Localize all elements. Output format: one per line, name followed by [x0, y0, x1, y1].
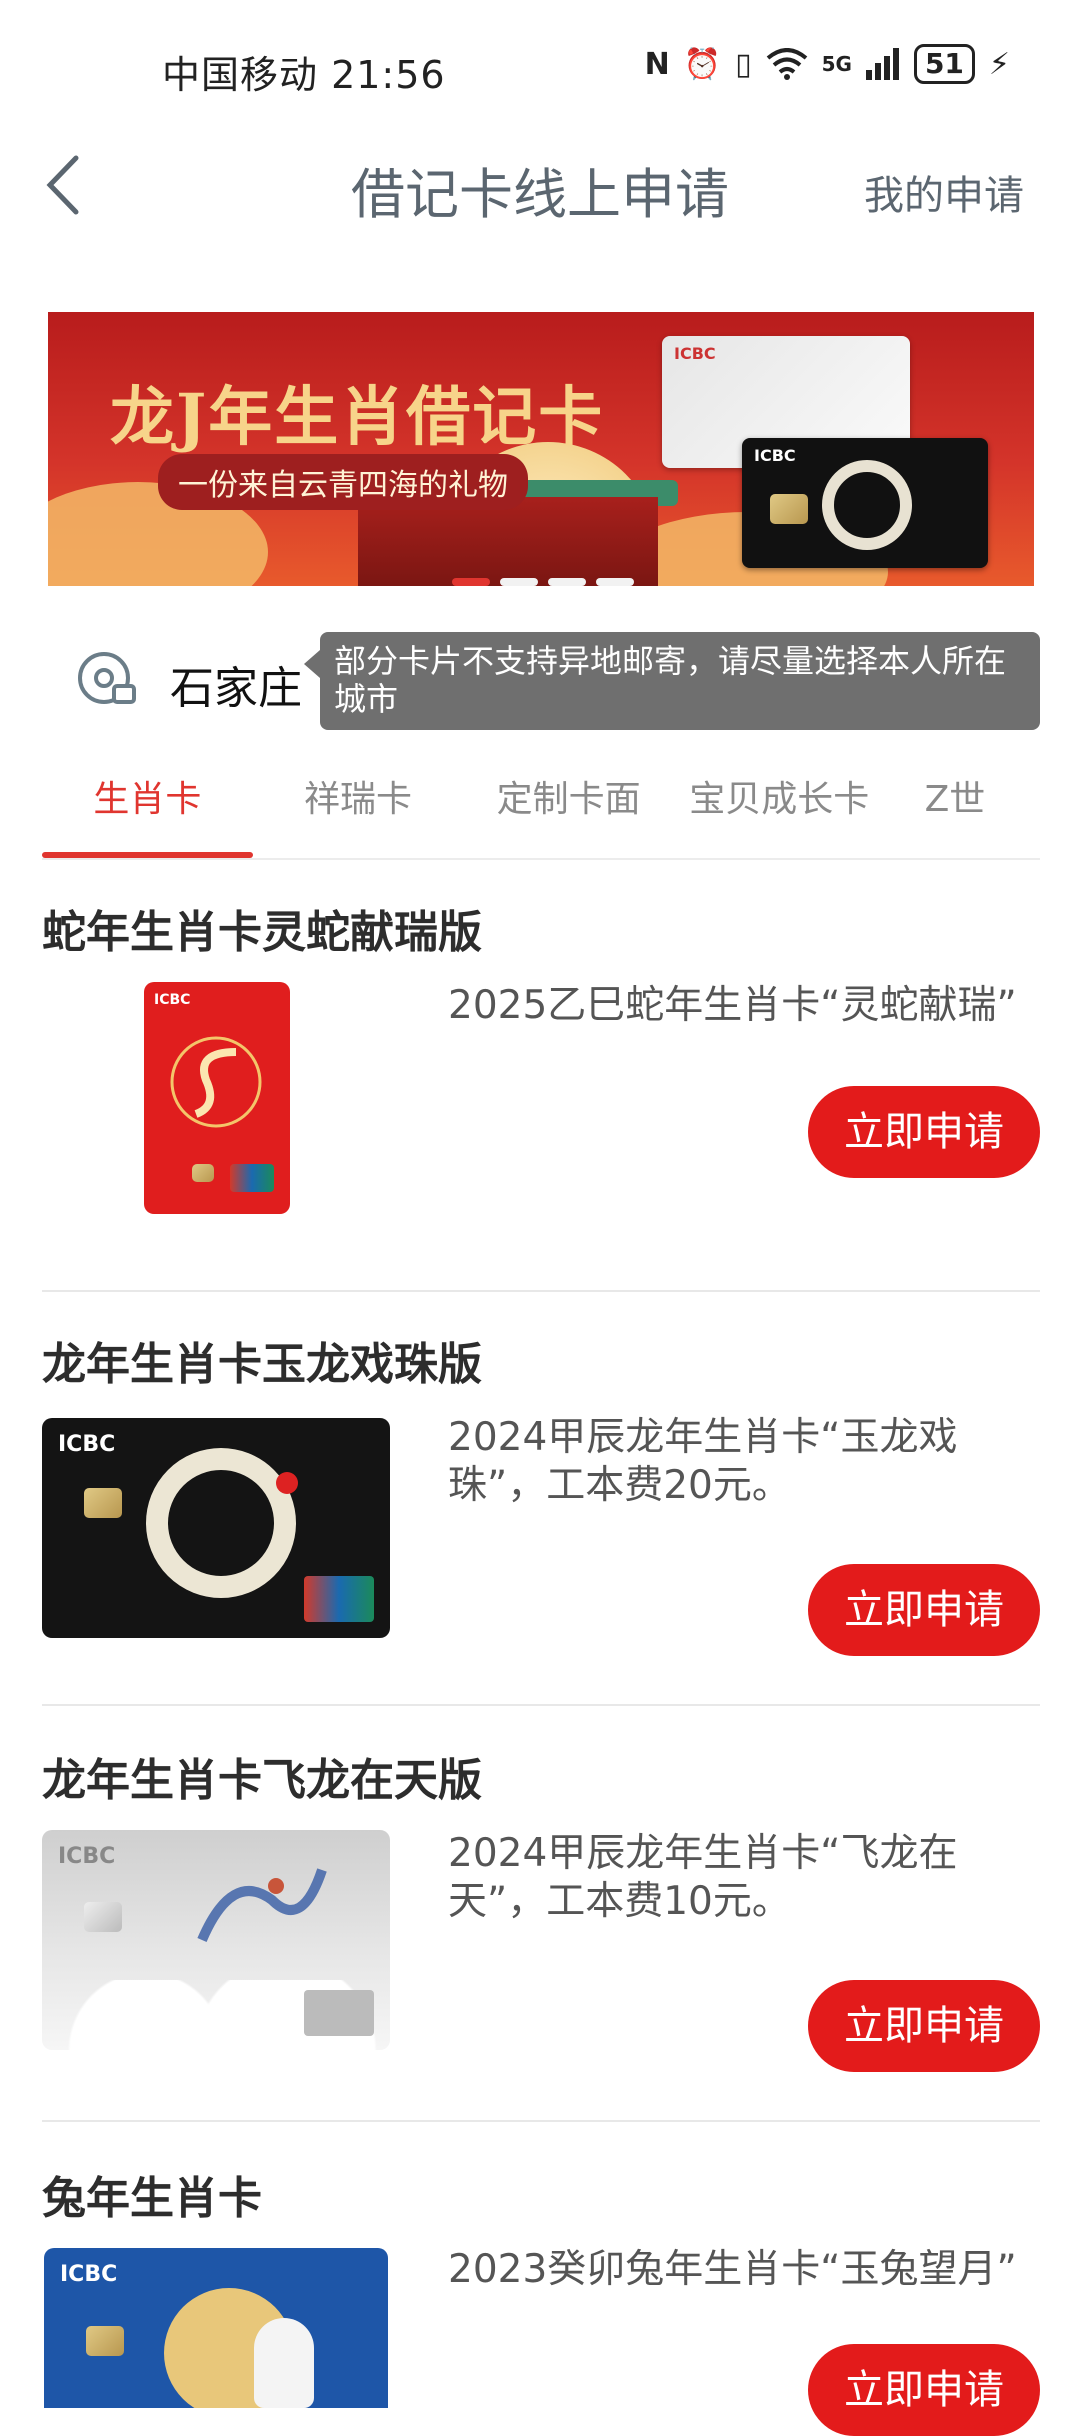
- card-brand-label: ICBC: [58, 1844, 116, 1869]
- card-image-jade-dragon[interactable]: ICBC: [42, 1418, 390, 1638]
- tabs-divider: [42, 858, 1040, 860]
- category-tabs: 生肖卡 祥瑞卡 定制卡面 宝贝成长卡 Z世: [42, 768, 1040, 858]
- item-description: 2024甲辰龙年生肖卡“飞龙在天”，工本费10元。: [448, 1831, 958, 1924]
- signal-bars-icon: [865, 48, 899, 80]
- pearl-decoration: [276, 1472, 298, 1494]
- tab-custom-face[interactable]: 定制卡面: [463, 768, 674, 858]
- snake-emblem-icon: [170, 1036, 262, 1128]
- card-chip-icon: [770, 494, 808, 524]
- card-chip-icon: [84, 1488, 122, 1518]
- pagination-dot: [452, 578, 490, 586]
- pagination-dot: [548, 578, 586, 586]
- banner-subtitle: 一份来自云青四海的礼物: [158, 454, 528, 510]
- item-description: 2025乙巳蛇年生肖卡“灵蛇献瑞”: [448, 983, 1017, 1028]
- item-description: 2024甲辰龙年生肖卡“玉龙戏珠”，工本费20元。: [448, 1415, 958, 1508]
- status-icons: N ⏰ ▯ 5G 51 ⚡: [645, 44, 1010, 84]
- pagination-dot: [596, 578, 634, 586]
- card-brand-label: ICBC: [674, 344, 716, 363]
- item-title: 龙年生肖卡玉龙戏珠版: [42, 1339, 482, 1390]
- card-brand-label: ICBC: [154, 992, 191, 1008]
- item-divider: [42, 1704, 1040, 1706]
- item-title: 龙年生肖卡飞龙在天版: [42, 1755, 482, 1806]
- temple-decoration: [358, 497, 658, 586]
- banner-title: 龙J年生肖借记卡: [110, 380, 605, 455]
- item-divider: [42, 2120, 1040, 2122]
- signal-5g-icon: 5G: [821, 52, 852, 76]
- apply-button[interactable]: 立即申请: [808, 1086, 1040, 1178]
- apply-button[interactable]: 立即申请: [808, 1980, 1040, 2072]
- city-selector[interactable]: 石家庄: [170, 652, 302, 716]
- location-tooltip: 部分卡片不支持异地邮寄，请尽量选择本人所在城市: [304, 632, 1040, 730]
- nfc-icon: N: [644, 46, 670, 82]
- unionpay-logo: [230, 1164, 274, 1192]
- item-description: 2023癸卯兔年生肖卡“玉兔望月”: [448, 2247, 1017, 2292]
- banner-card-black: ICBC: [742, 438, 988, 568]
- vibrate-icon: ▯: [735, 46, 752, 82]
- apply-button[interactable]: 立即申请: [808, 1564, 1040, 1656]
- card-chip-icon: [192, 1164, 214, 1182]
- promo-banner[interactable]: 龙J年生肖借记卡 一份来自云青四海的礼物 ICBC ICBC: [48, 312, 1034, 586]
- banner-pagination: [452, 578, 634, 586]
- card-brand-label: ICBC: [754, 446, 796, 465]
- rabbit-icon: [254, 2318, 314, 2408]
- card-image-flying-dragon[interactable]: ICBC: [42, 1830, 390, 2050]
- jade-ring-decoration: [146, 1448, 296, 1598]
- item-title: 蛇年生肖卡灵蛇献瑞版: [42, 907, 482, 958]
- tab-baby-growth[interactable]: 宝贝成长卡: [674, 768, 885, 858]
- jade-ring-decoration: [822, 460, 912, 550]
- unionpay-logo: [304, 1576, 374, 1622]
- card-chip-icon: [86, 2326, 124, 2356]
- pagination-dot: [500, 578, 538, 586]
- my-applications-link[interactable]: 我的申请: [864, 163, 1024, 221]
- charging-icon: ⚡: [988, 46, 1010, 82]
- card-image-rabbit[interactable]: ICBC: [44, 2248, 388, 2408]
- location-icon[interactable]: [76, 648, 138, 710]
- card-brand-label: ICBC: [58, 1432, 116, 1457]
- card-chip-icon: [84, 1902, 122, 1932]
- alarm-icon: ⏰: [683, 46, 722, 82]
- battery-indicator: 51: [913, 44, 975, 84]
- wifi-icon: [766, 48, 807, 80]
- dragon-icon: [197, 1868, 327, 1942]
- tab-auspicious[interactable]: 祥瑞卡: [253, 768, 464, 858]
- status-carrier-time: 中国移动 21:56: [162, 53, 446, 97]
- item-title: 兔年生肖卡: [42, 2173, 262, 2224]
- tab-zodiac[interactable]: 生肖卡: [42, 768, 253, 858]
- apply-button[interactable]: 立即申请: [808, 2344, 1040, 2436]
- item-divider: [42, 1290, 1040, 1292]
- unionpay-logo: [304, 1990, 374, 2036]
- card-brand-label: ICBC: [60, 2262, 118, 2287]
- tab-gen-z[interactable]: Z世: [885, 768, 1040, 858]
- card-image-snake[interactable]: ICBC: [144, 982, 290, 1214]
